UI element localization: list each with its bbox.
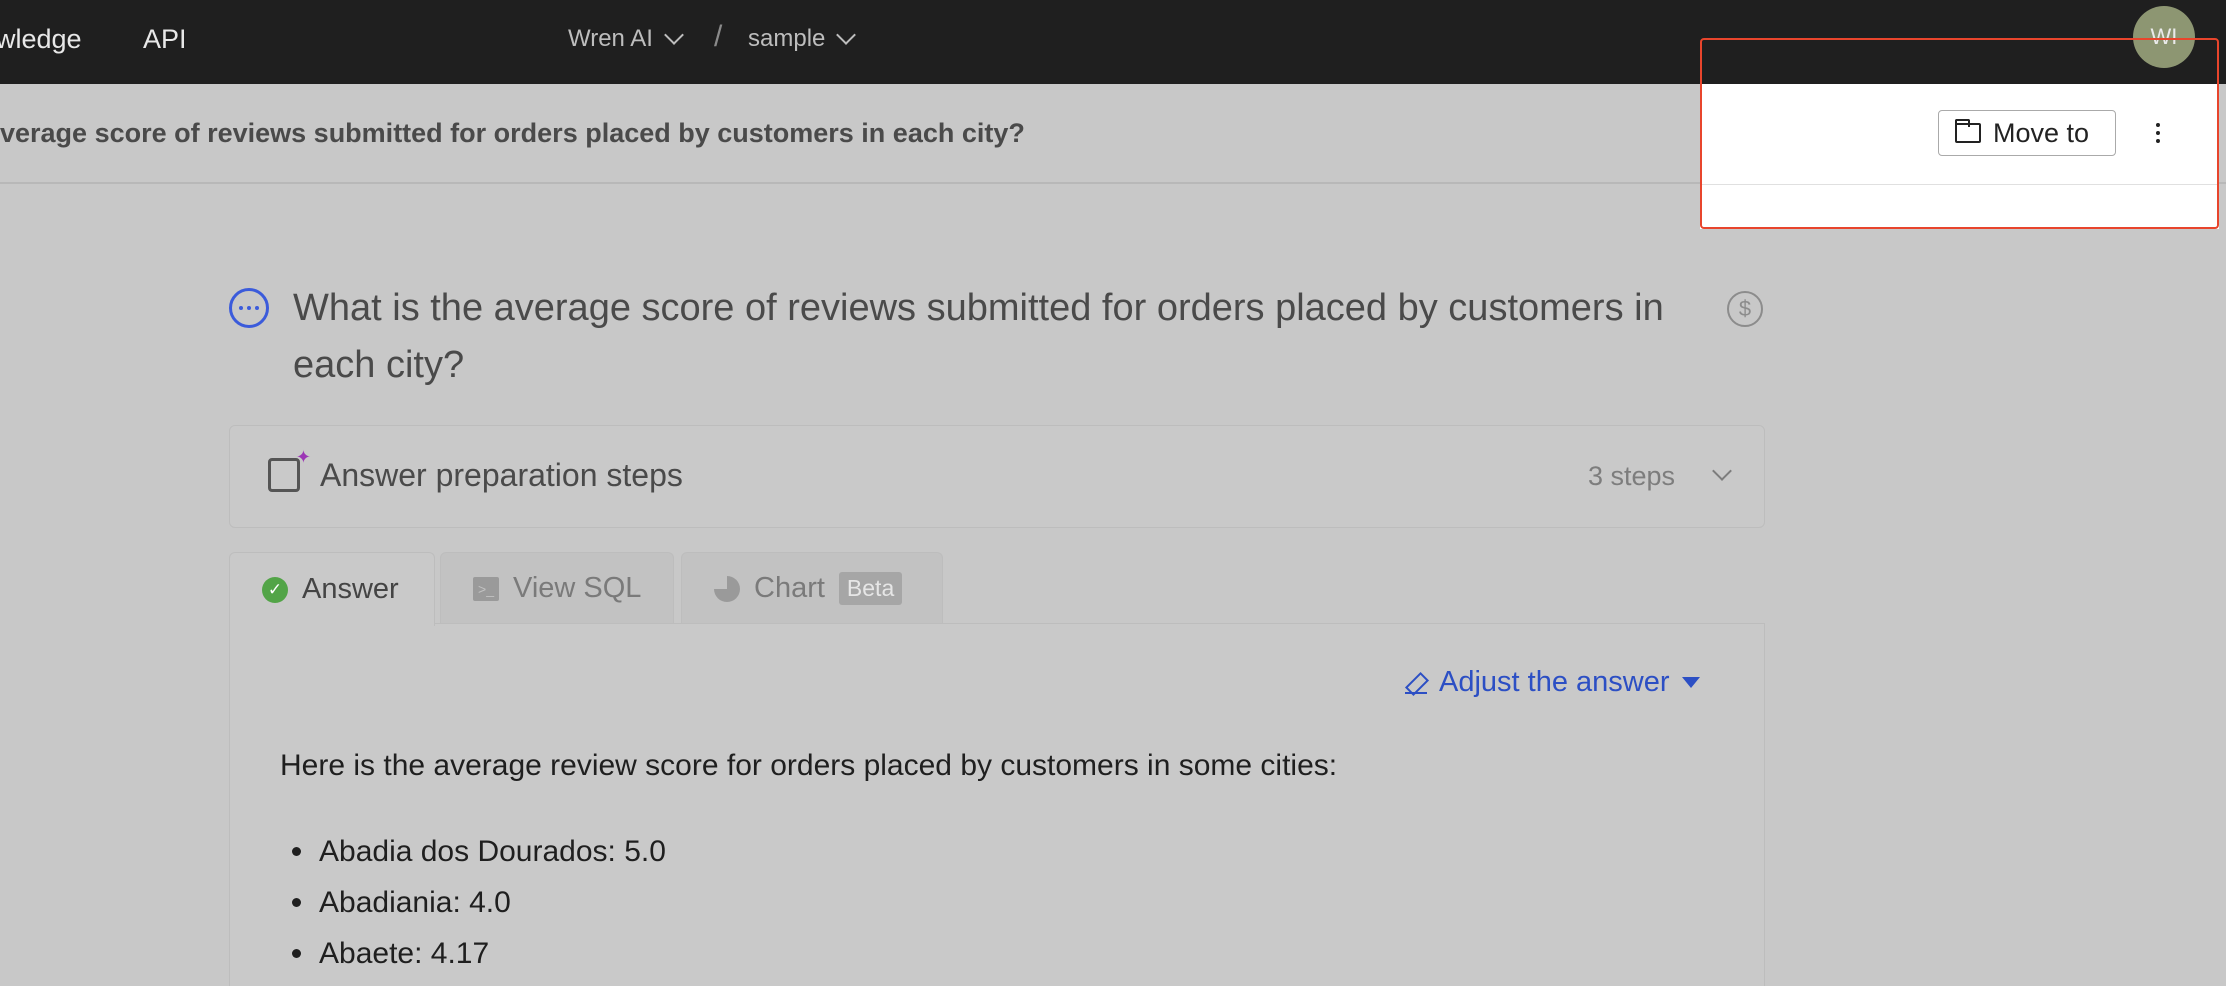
answer-intro: Here is the average review score for ord… bbox=[280, 749, 1338, 782]
tab-answer[interactable]: ✓ Answer bbox=[229, 552, 435, 626]
nav-item-api[interactable]: API bbox=[143, 22, 187, 56]
more-options-button[interactable] bbox=[2146, 110, 2170, 156]
top-nav: wledge API Wren AI / sample bbox=[0, 0, 2226, 84]
dollar-icon[interactable]: $ bbox=[1727, 291, 1763, 327]
tab-chart-label: Chart bbox=[754, 572, 825, 604]
dot-icon bbox=[2156, 131, 2160, 135]
dot-icon bbox=[2156, 139, 2160, 143]
dot-icon bbox=[2156, 123, 2160, 127]
chevron-down-icon bbox=[836, 25, 857, 45]
project-name: Wren AI bbox=[568, 25, 653, 52]
move-to-label: Move to bbox=[1993, 117, 2090, 148]
ai-steps-icon bbox=[268, 447, 311, 492]
move-to-button[interactable]: Move to bbox=[1938, 110, 2116, 156]
answer-preparation-panel[interactable]: Answer preparation steps 3 steps bbox=[229, 425, 1765, 528]
pie-chart-icon bbox=[714, 575, 740, 602]
steps-count: 3 steps bbox=[1588, 461, 1676, 491]
terminal-icon: >_ bbox=[473, 576, 499, 601]
tab-chart[interactable]: Chart Beta bbox=[681, 552, 943, 624]
tab-view-sql[interactable]: >_ View SQL bbox=[440, 552, 674, 624]
tab-answer-label: Answer bbox=[302, 573, 399, 605]
list-item: Abaete: 4.17 bbox=[280, 928, 666, 979]
chat-bubble-icon bbox=[229, 288, 269, 328]
dataset-selector[interactable]: sample bbox=[748, 22, 857, 56]
check-circle-icon: ✓ bbox=[262, 576, 288, 603]
chevron-down-icon bbox=[664, 25, 684, 45]
folder-icon bbox=[1955, 119, 1981, 143]
adjust-answer-button[interactable]: Adjust the answer bbox=[1405, 666, 1700, 699]
beta-badge: Beta bbox=[838, 572, 903, 605]
answer-panel: Adjust the answer Here is the average re… bbox=[229, 623, 1765, 986]
adjust-answer-label: Adjust the answer bbox=[1439, 666, 1670, 698]
tab-sql-label: View SQL bbox=[513, 572, 642, 604]
thread-actions-area-lower bbox=[1700, 184, 2219, 229]
breadcrumb-separator: / bbox=[714, 20, 723, 53]
project-selector[interactable]: Wren AI bbox=[568, 22, 684, 56]
answer-list: Abadia dos Dourados: 5.0 Abadiania: 4.0 … bbox=[280, 826, 666, 979]
preparation-title: Answer preparation steps bbox=[320, 457, 683, 493]
thread-title: verage score of reviews submitted for or… bbox=[0, 118, 1025, 148]
nav-item-knowledge[interactable]: wledge bbox=[0, 22, 82, 56]
avatar[interactable]: WI bbox=[2133, 6, 2195, 68]
pencil-icon bbox=[1405, 672, 1427, 694]
caret-down-icon bbox=[1681, 677, 1700, 688]
list-item: Abadia dos Dourados: 5.0 bbox=[280, 826, 666, 877]
question-text: What is the average score of reviews sub… bbox=[293, 287, 1664, 386]
dataset-name: sample bbox=[748, 25, 826, 52]
chevron-down-icon[interactable] bbox=[1712, 461, 1732, 481]
list-item: Abadiania: 4.0 bbox=[280, 877, 666, 928]
